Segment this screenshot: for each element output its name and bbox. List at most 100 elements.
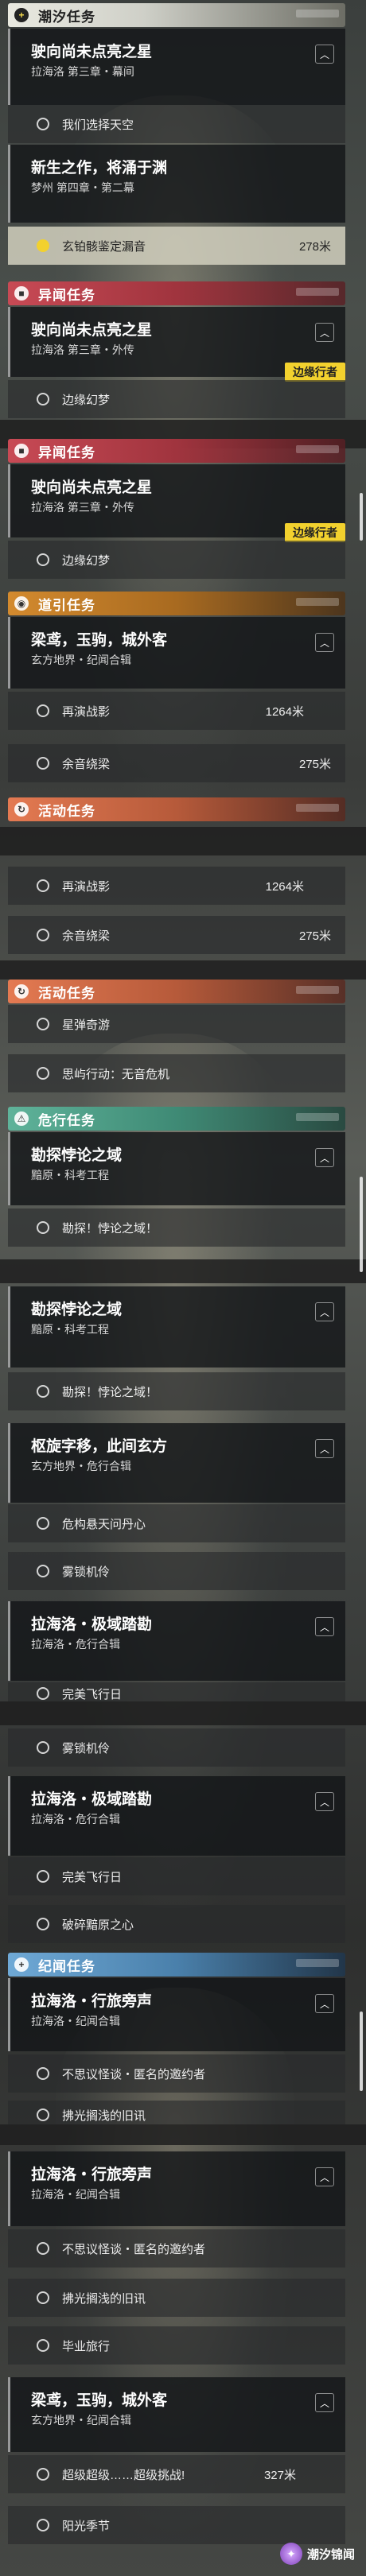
quest-card[interactable]: 拉海洛・极域踏勘 拉海洛・危行合辑 ︿ [8, 1601, 345, 1681]
section-header-anomaly[interactable]: ■ 异闻任务 [8, 439, 345, 463]
screenshot-divider [0, 1259, 366, 1283]
quest-card[interactable]: 拉海洛・行旅旁声 拉海洛・纪闻合辑 ︿ [8, 1978, 345, 2051]
circle-icon [37, 879, 49, 892]
step-distance: 1264米 [265, 880, 304, 894]
chevron-up-icon[interactable]: ︿ [315, 323, 334, 342]
active-step-icon [37, 239, 49, 252]
circle-icon [37, 1018, 49, 1030]
quest-card[interactable]: 勘探悖论之域 黯原・科考工程 ︿ [8, 1132, 345, 1205]
quest-subtitle: 黯原・科考工程 [31, 1323, 109, 1336]
chevron-up-icon[interactable]: ︿ [315, 1439, 334, 1458]
step-label: 雾锁机伶 [62, 1742, 111, 1755]
step-distance: 278米 [298, 240, 331, 254]
quest-step[interactable]: 不思议怪谈・匿名的邀约者 [8, 2054, 345, 2093]
quest-step-active[interactable]: 玄铂骸鉴定漏音 278米 [8, 227, 345, 265]
step-label: 玄铂骸鉴定漏音 [62, 240, 146, 254]
watermark: ✦ 潮汐锦闻 [279, 2543, 355, 2565]
quest-step[interactable]: 雾锁机伶 [8, 1728, 345, 1767]
circle-icon [37, 929, 49, 941]
circle-icon [37, 1565, 49, 1577]
circle-icon [37, 553, 49, 566]
step-label: 超级超级……超级挑战! [62, 2469, 185, 2482]
quest-step[interactable]: 星弹奇游 [8, 1005, 345, 1043]
chevron-up-icon[interactable]: ︿ [315, 1617, 334, 1636]
quest-card[interactable]: 驶向尚未点亮之星 拉海洛 第三章・外传 边缘行者 [8, 464, 345, 542]
quest-card[interactable]: 拉海洛・极域踏勘 拉海洛・危行合辑 ︿ [8, 1776, 345, 1856]
quest-step[interactable]: 余音绕梁 275米 [8, 744, 345, 782]
quest-step[interactable]: 不思议怪谈・匿名的邀约者 [8, 2229, 345, 2268]
circle-icon [37, 393, 49, 405]
step-label: 勘探！悖论之域！ [62, 1386, 158, 1399]
scrollbar[interactable] [360, 2012, 363, 2091]
section-header-anomaly[interactable]: ■ 异闻任务 [8, 281, 345, 305]
quest-step[interactable]: 完美飞行日 [8, 1857, 345, 1895]
quest-step[interactable]: 余音绕梁 275米 [8, 916, 345, 954]
step-label: 星弹奇游 [62, 1018, 111, 1032]
chevron-up-icon[interactable]: ︿ [315, 1994, 334, 2013]
scrollbar[interactable] [360, 493, 363, 541]
quest-subtitle: 玄方地界・危行合辑 [31, 1460, 131, 1472]
quest-step[interactable]: 边缘幻梦 [8, 380, 345, 418]
quest-step[interactable]: 阳光季节 [8, 2506, 345, 2544]
circle-icon [37, 1870, 49, 1883]
quest-step[interactable]: 毕业旅行 [8, 2326, 345, 2365]
circle-icon [37, 118, 49, 130]
section-header-danger[interactable]: ⚠ 危行任务 [8, 1107, 345, 1131]
quest-step[interactable]: 我们选择天空 [8, 105, 345, 143]
quest-step[interactable]: 勘探！悖论之域！ [8, 1372, 345, 1410]
quest-step[interactable]: 再演战影 1264米 [8, 867, 345, 905]
circle-icon [37, 1687, 49, 1700]
quest-title: 拉海洛・行旅旁声 [31, 2167, 153, 2183]
chevron-up-icon[interactable]: ︿ [315, 1148, 334, 1167]
quest-card[interactable]: 勘探悖论之域 黯原・科考工程 ︿ [8, 1286, 345, 1368]
step-label: 余音绕梁 [62, 929, 111, 943]
chevron-up-icon[interactable]: ︿ [315, 1302, 334, 1321]
step-distance: 275米 [298, 929, 331, 943]
quest-card[interactable]: 枢旋字移，此间玄方 玄方地界・危行合辑 ︿ [8, 1423, 345, 1503]
chevron-up-icon[interactable]: ︿ [315, 633, 334, 652]
quest-subtitle: 梦州 第四章・第二幕 [31, 181, 134, 194]
section-header-tide[interactable]: + 潮汐任务 [8, 3, 345, 27]
quest-step[interactable]: 勘探！悖论之域！ [8, 1208, 345, 1247]
scrollbar[interactable] [360, 1177, 363, 1272]
step-distance: 275米 [298, 758, 331, 771]
quest-step[interactable]: 雾锁机伶 [8, 1552, 345, 1590]
quest-subtitle: 拉海洛 第三章・外传 [31, 343, 134, 356]
section-decoration [296, 804, 339, 812]
section-title: 纪闻任务 [38, 1958, 95, 1974]
quest-step[interactable]: 拂光搁浅的旧讯 [8, 2101, 345, 2124]
quest-step[interactable]: 完美飞行日 [8, 1682, 345, 1701]
quest-step[interactable]: 破碎黯原之心 [8, 1905, 345, 1943]
step-label: 危构悬天问丹心 [62, 1518, 146, 1531]
section-header-guide[interactable]: ◉ 道引任务 [8, 592, 345, 615]
chevron-up-icon[interactable]: ︿ [315, 1792, 334, 1811]
section-header-event[interactable]: ↻ 活动任务 [8, 797, 345, 821]
section-header-record[interactable]: + 纪闻任务 [8, 1953, 345, 1977]
quest-card[interactable]: 驶向尚未点亮之星 拉海洛 第三章・外传 ︿ 边缘行者 [8, 307, 345, 382]
step-label: 毕业旅行 [62, 2340, 111, 2353]
chevron-up-icon[interactable]: ︿ [315, 2393, 334, 2412]
quest-card[interactable]: 新生之作，将涌于渊 梦州 第四章・第二幕 [8, 145, 345, 223]
chevron-up-icon[interactable]: ︿ [315, 2167, 334, 2186]
quest-card[interactable]: 驶向尚未点亮之星 拉海洛 第三章・幕间 ︿ [8, 29, 345, 105]
quest-step[interactable]: 超级超级……超级挑战! 327米 [8, 2455, 345, 2493]
circle-icon [37, 1918, 49, 1930]
record-quest-icon: + [14, 1957, 29, 1972]
quest-card[interactable]: 拉海洛・行旅旁声 拉海洛・纪闻合辑 ︿ [8, 2151, 345, 2226]
quest-step[interactable]: 拂光搁浅的旧讯 [8, 2279, 345, 2317]
quest-title: 勘探悖论之域 [31, 1302, 123, 1318]
edge-walker-tag: 边缘行者 [285, 523, 345, 542]
section-header-event[interactable]: ↻ 活动任务 [8, 980, 345, 1003]
quest-card[interactable]: 梁鸢，玉驹，城外客 玄方地界・纪闻合辑 ︿ [8, 617, 345, 689]
circle-icon [37, 1517, 49, 1530]
quest-step[interactable]: 边缘幻梦 [8, 541, 345, 579]
quest-step[interactable]: 危构悬天问丹心 [8, 1504, 345, 1542]
quest-subtitle: 拉海洛・纪闻合辑 [31, 2015, 120, 2027]
quest-step[interactable]: 思屿行动：无音危机 [8, 1054, 345, 1092]
quest-card[interactable]: 梁鸢，玉驹，城外客 玄方地界・纪闻合辑 ︿ [8, 2377, 345, 2452]
chevron-up-icon[interactable]: ︿ [315, 45, 334, 64]
section-title: 道引任务 [38, 597, 95, 613]
quest-step[interactable]: 再演战影 1264米 [8, 692, 345, 730]
circle-icon [37, 704, 49, 717]
circle-icon [37, 1067, 49, 1080]
